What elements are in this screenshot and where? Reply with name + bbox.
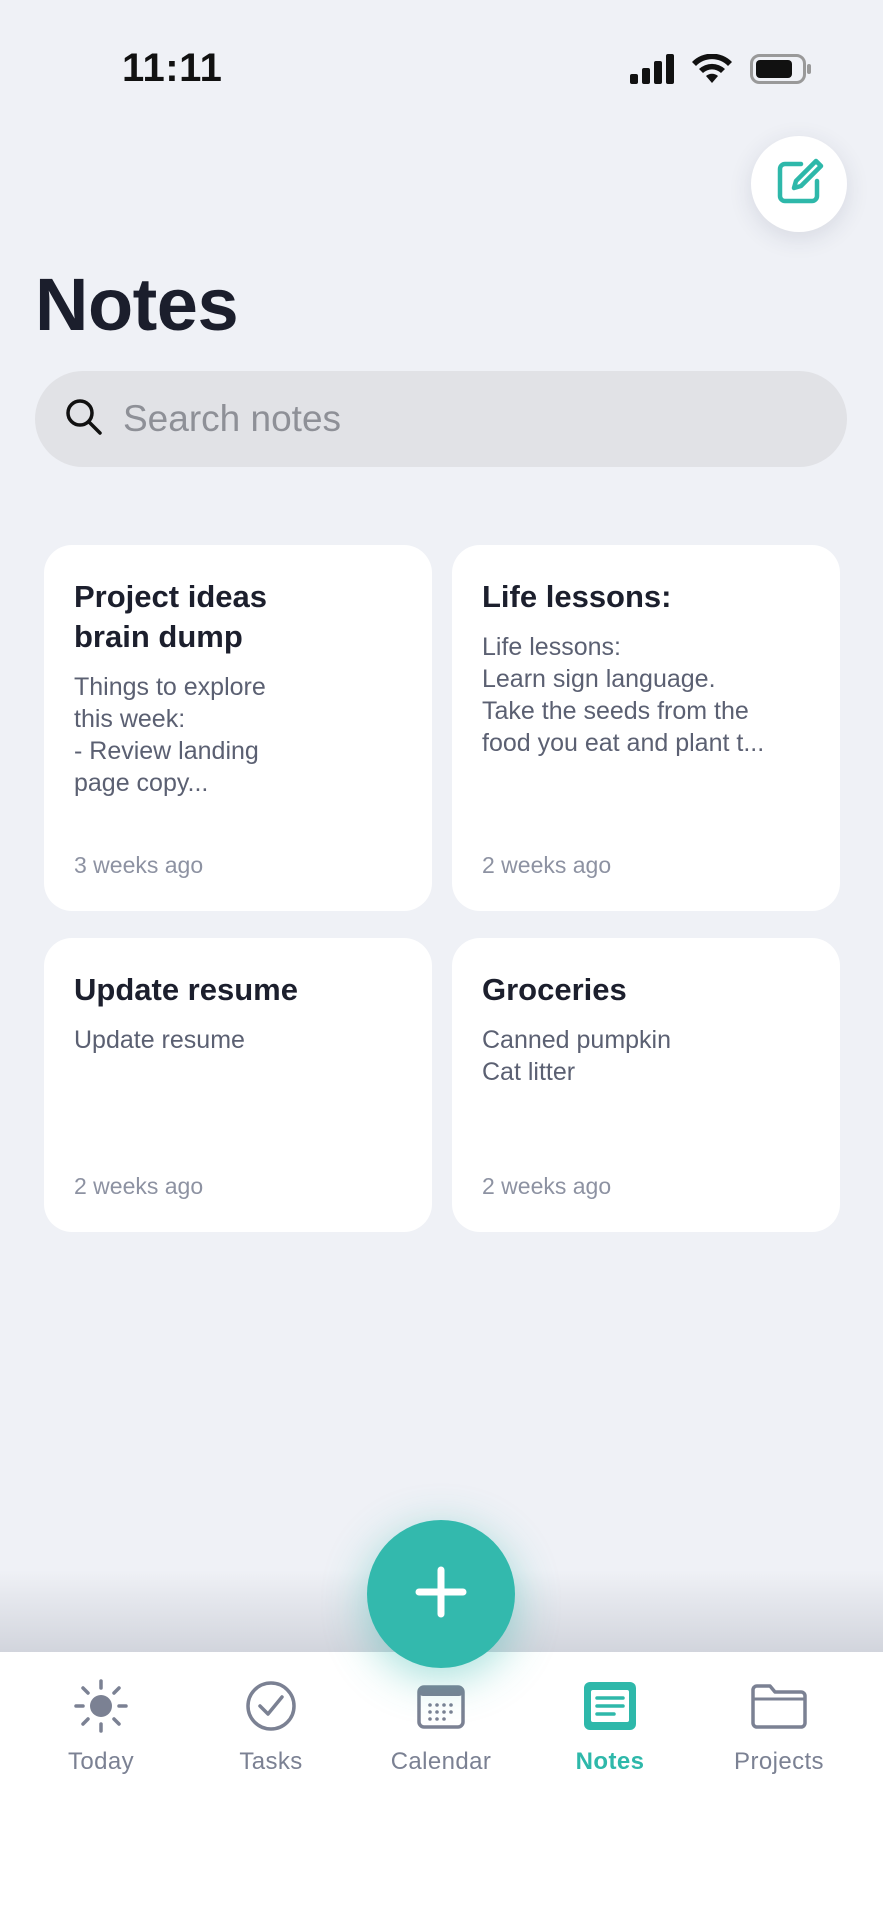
wifi-icon [692, 53, 732, 89]
tab-calendar[interactable]: Calendar [366, 1676, 516, 1776]
add-button[interactable] [367, 1520, 515, 1668]
cellular-signal-icon [630, 53, 674, 89]
note-card[interactable]: Life lessons: Life lessons: Learn sign l… [452, 545, 840, 911]
tab-label: Tasks [239, 1748, 303, 1775]
tab-label: Today [67, 1748, 135, 1775]
tab-projects[interactable]: Projects [704, 1676, 854, 1776]
tab-label: Projects [734, 1748, 824, 1775]
note-timestamp: 2 weeks ago [74, 1173, 204, 1199]
sun-icon [73, 1676, 129, 1736]
tab-label: Calendar [390, 1748, 492, 1775]
search-icon [65, 398, 103, 441]
notes-icon [582, 1676, 638, 1736]
note-title: Project ideas brain dump [74, 579, 267, 654]
tab-today[interactable]: Today [26, 1676, 176, 1776]
search-input[interactable] [123, 398, 803, 440]
page-title: Notes [35, 263, 239, 346]
folder-icon [750, 1676, 808, 1736]
note-card[interactable]: Project ideas brain dump Things to explo… [44, 545, 432, 911]
note-card[interactable]: Groceries Canned pumpkin Cat litter 2 we… [452, 938, 840, 1232]
status-time: 11:11 [122, 46, 223, 90]
note-title: Groceries [482, 972, 627, 1007]
note-preview: Update resume [74, 1026, 245, 1054]
status-icons [630, 53, 812, 89]
calendar-icon [416, 1676, 466, 1736]
note-timestamp: 3 weeks ago [74, 852, 204, 878]
note-title: Life lessons: [482, 579, 672, 614]
plus-icon [414, 1565, 468, 1624]
note-card[interactable]: Update resume Update resume 2 weeks ago [44, 938, 432, 1232]
tab-label: Notes [575, 1748, 645, 1775]
check-circle-icon [245, 1676, 297, 1736]
tab-notes[interactable]: Notes [535, 1676, 685, 1776]
tab-bar: Today Tasks Calendar Notes Projects [0, 1652, 883, 1920]
compose-icon [773, 156, 825, 213]
search-bar[interactable] [35, 371, 847, 467]
tab-tasks[interactable]: Tasks [196, 1676, 346, 1776]
compose-note-button[interactable] [751, 136, 847, 232]
note-preview: Canned pumpkin Cat litter [482, 1026, 672, 1086]
note-preview: Things to explore this week: - Review la… [74, 673, 266, 797]
note-title: Update resume [74, 972, 298, 1007]
notes-grid: Project ideas brain dump Things to explo… [44, 545, 840, 1232]
battery-icon [750, 53, 812, 89]
note-timestamp: 2 weeks ago [482, 1173, 612, 1199]
note-timestamp: 2 weeks ago [482, 852, 612, 878]
note-preview: Life lessons: Learn sign language. Take … [482, 633, 765, 757]
status-bar: 11:11 [0, 0, 883, 140]
